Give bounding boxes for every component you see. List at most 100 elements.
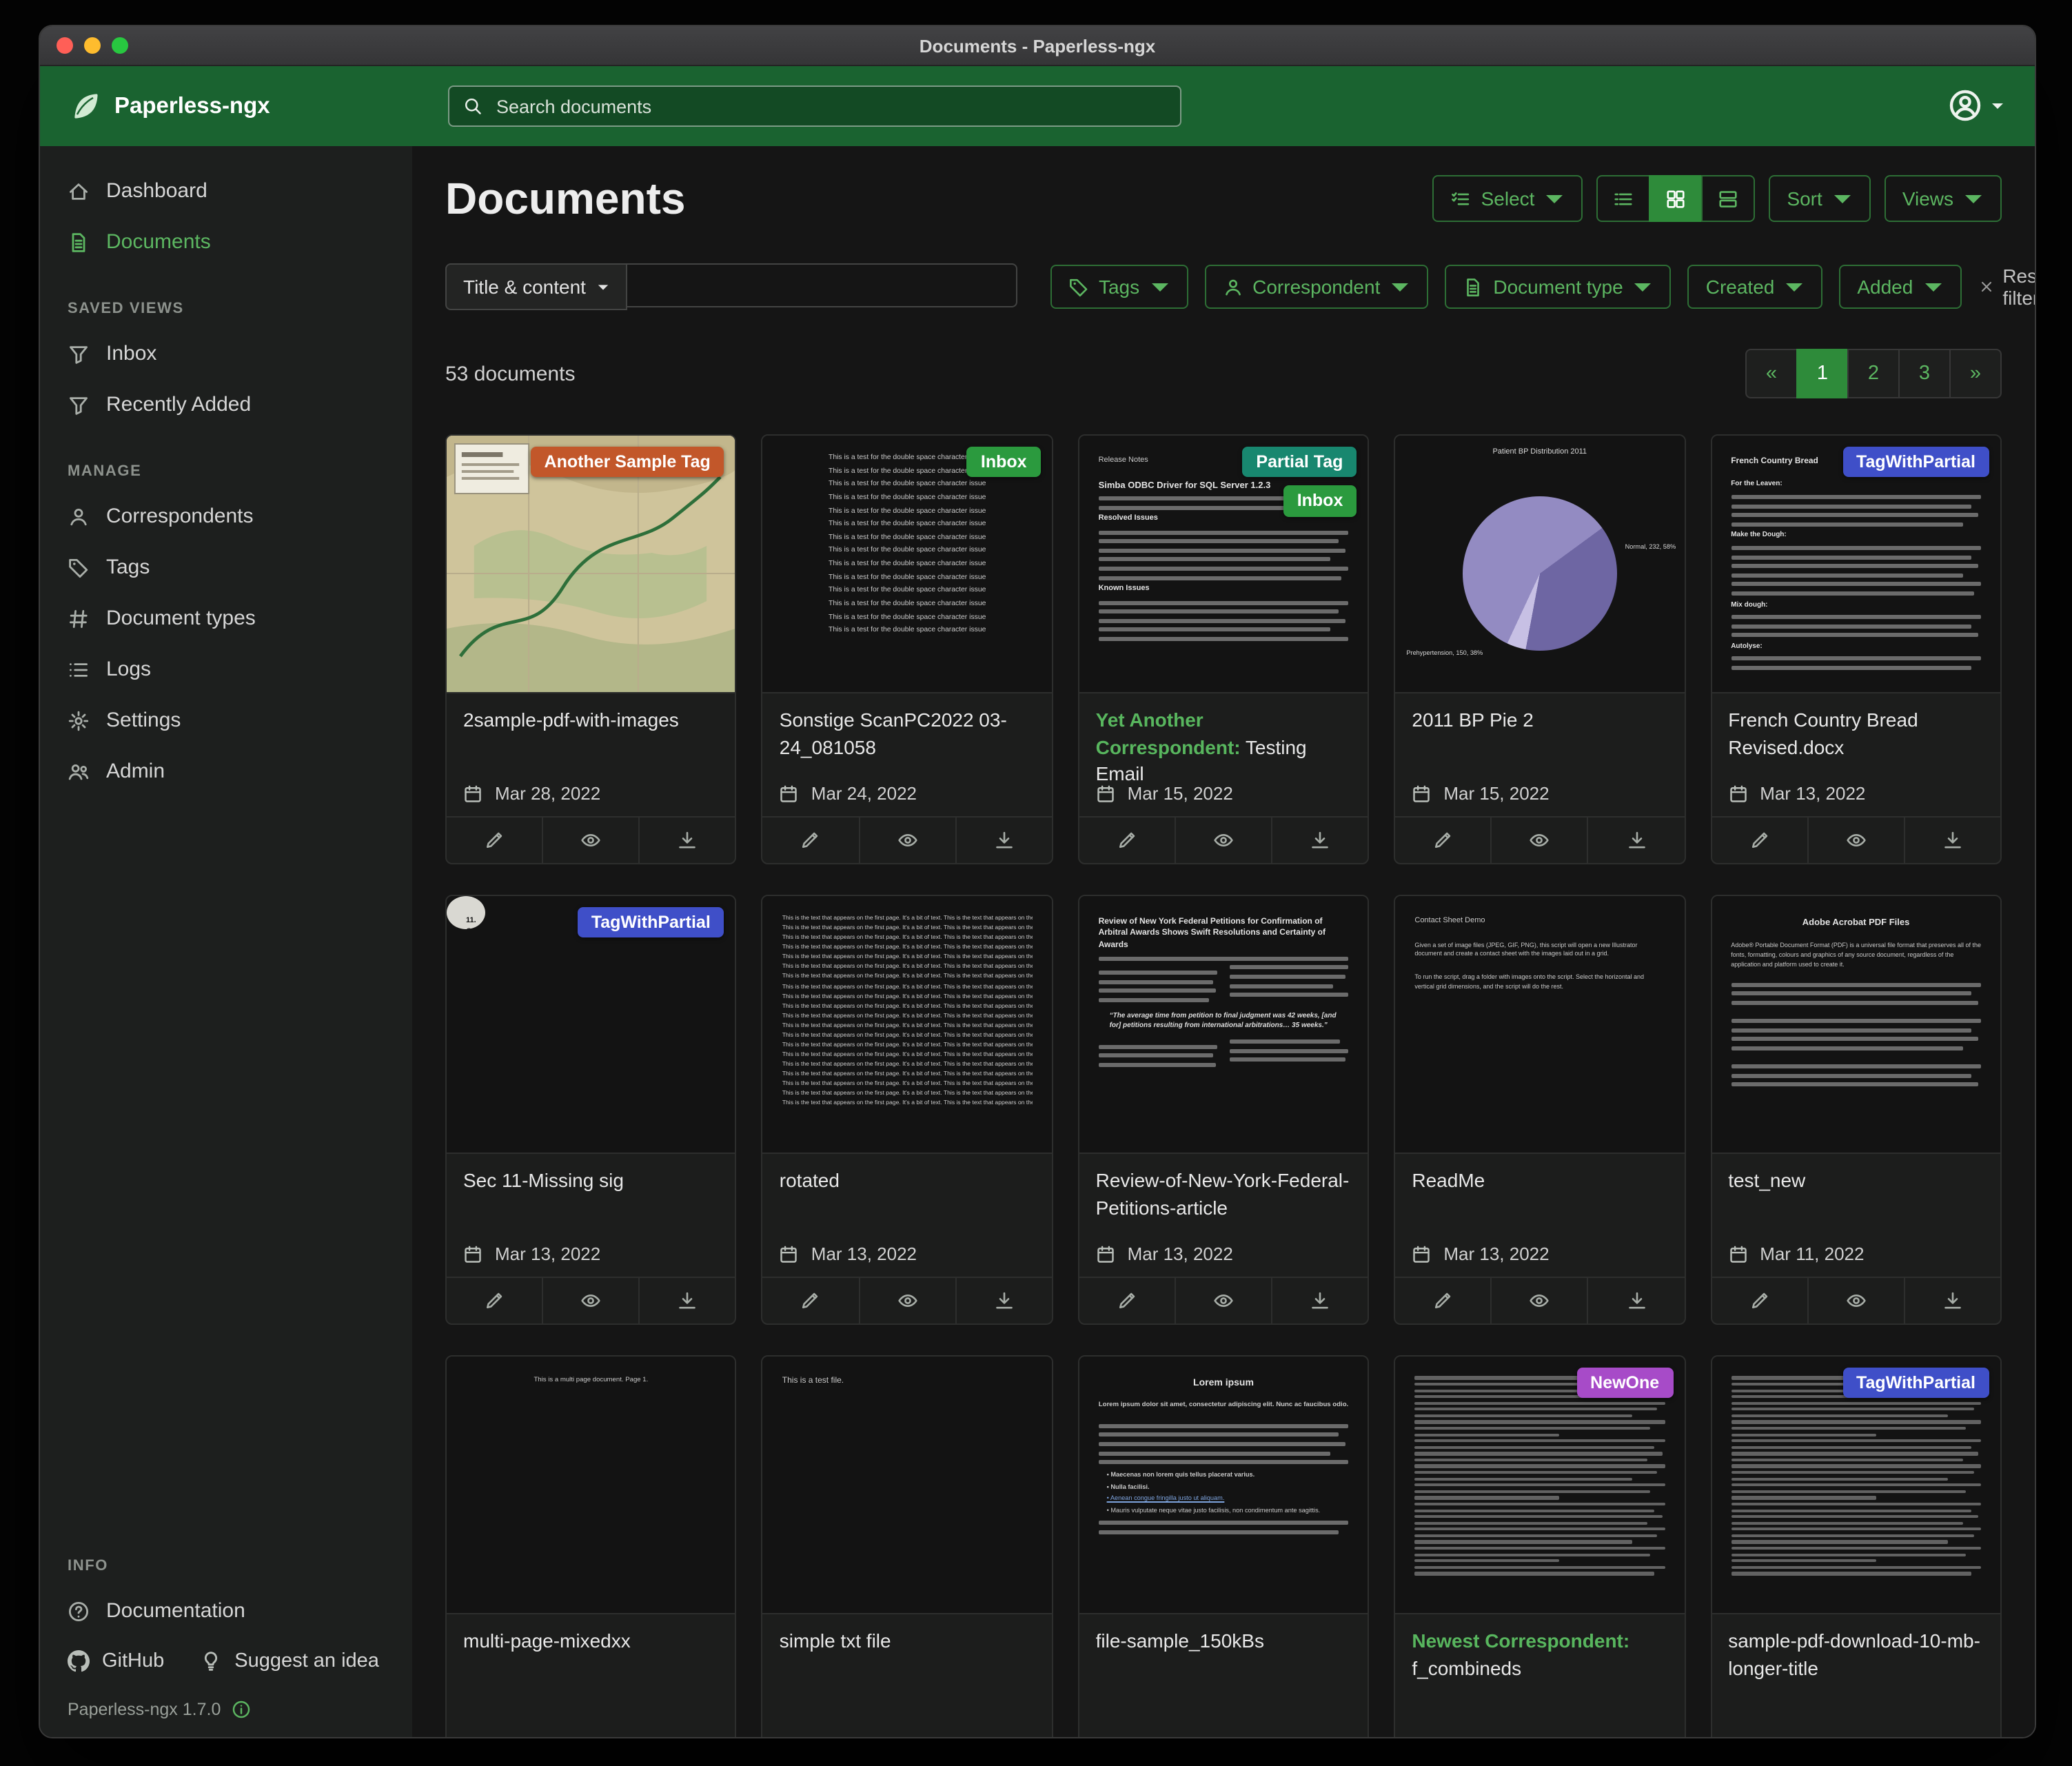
document-card[interactable]: Review of New York Federal Petitions for…: [1078, 895, 1370, 1325]
maximize-window-button[interactable]: [112, 37, 128, 54]
download-document-button[interactable]: [956, 818, 1051, 863]
preview-document-button[interactable]: [543, 818, 640, 863]
tags-filter-button[interactable]: Tags: [1050, 265, 1188, 309]
document-tag[interactable]: Inbox: [1283, 486, 1357, 517]
edit-document-button[interactable]: [1079, 1278, 1176, 1323]
document-title[interactable]: Sec 11-Missing sig: [463, 1168, 719, 1195]
document-title[interactable]: ReadMe: [1412, 1168, 1667, 1195]
added-filter-button[interactable]: Added: [1839, 265, 1961, 309]
search-input[interactable]: [494, 94, 1166, 118]
document-thumbnail[interactable]: TagWithPartial: [1712, 1357, 2000, 1614]
edit-document-button[interactable]: [1712, 818, 1808, 863]
document-tag[interactable]: Inbox: [967, 447, 1041, 478]
view-large-grid-button[interactable]: [1701, 175, 1755, 222]
document-correspondent[interactable]: Newest Correspondent:: [1412, 1630, 1629, 1652]
edit-document-button[interactable]: [1712, 1278, 1808, 1323]
pagination-page-[interactable]: «: [1745, 349, 1798, 398]
document-card[interactable]: This is a test file. simple txt file: [762, 1355, 1053, 1738]
document-thumbnail[interactable]: Adobe Acrobat PDF FilesAdobe® Portable D…: [1712, 896, 2000, 1154]
user-menu[interactable]: [1948, 88, 2004, 123]
document-tag[interactable]: Another Sample Tag: [531, 447, 724, 478]
title-content-input[interactable]: [627, 263, 1017, 307]
global-search[interactable]: [448, 85, 1181, 127]
download-document-button[interactable]: [640, 818, 735, 863]
edit-document-button[interactable]: [1395, 1278, 1492, 1323]
document-title[interactable]: simple txt file: [780, 1628, 1035, 1655]
document-correspondent[interactable]: Yet Another Correspondent:: [1096, 709, 1241, 758]
sidebar-item-document-types[interactable]: Document types: [40, 593, 412, 644]
download-document-button[interactable]: [1272, 1278, 1368, 1323]
document-thumbnail[interactable]: This is a test for the double space char…: [763, 436, 1052, 693]
sidebar-item-inbox[interactable]: Inbox: [40, 328, 412, 379]
document-title[interactable]: Review-of-New-York-Federal-Petitions-art…: [1096, 1168, 1352, 1221]
view-grid-button[interactable]: [1649, 175, 1703, 222]
info-circle-icon[interactable]: [232, 1700, 251, 1719]
sidebar-item-github[interactable]: GitHub: [68, 1650, 164, 1672]
document-thumbnail[interactable]: Lorem ipsumLorem ipsum dolor sit amet, c…: [1079, 1357, 1368, 1614]
document-card[interactable]: This is the text that appears on the fir…: [762, 895, 1053, 1325]
preview-document-button[interactable]: [1808, 818, 1905, 863]
document-card[interactable]: 11. CONTINUING MEDICAL EDUCATIONTagWithP…: [445, 895, 737, 1325]
document-thumbnail[interactable]: Contact Sheet DemoGiven a set of image f…: [1395, 896, 1684, 1154]
preview-document-button[interactable]: [1176, 1278, 1272, 1323]
document-card[interactable]: TagWithPartial sample-pdf-download-10-mb-…: [1710, 1355, 2002, 1738]
document-card[interactable]: Adobe Acrobat PDF FilesAdobe® Portable D…: [1710, 895, 2002, 1325]
close-window-button[interactable]: [57, 37, 73, 54]
document-title[interactable]: 2sample-pdf-with-images: [463, 707, 719, 734]
sidebar-item-correspondents[interactable]: Correspondents: [40, 491, 412, 542]
title-content-dropdown[interactable]: Title & content: [445, 263, 627, 310]
preview-document-button[interactable]: [860, 1278, 956, 1323]
sidebar-item-settings[interactable]: Settings: [40, 695, 412, 746]
select-button[interactable]: Select: [1433, 175, 1583, 222]
document-tag[interactable]: TagWithPartial: [1842, 447, 1989, 478]
preview-document-button[interactable]: [1492, 818, 1589, 863]
download-document-button[interactable]: [956, 1278, 1051, 1323]
document-title[interactable]: file-sample_150kBs: [1096, 1628, 1352, 1655]
created-filter-button[interactable]: Created: [1688, 265, 1823, 309]
document-thumbnail[interactable]: French Country BreadFor the Leaven:Make …: [1712, 436, 2000, 693]
view-list-button[interactable]: [1596, 175, 1650, 222]
sidebar-item-documentation[interactable]: Documentation: [40, 1585, 412, 1636]
download-document-button[interactable]: [1589, 818, 1684, 863]
document-thumbnail[interactable]: Review of New York Federal Petitions for…: [1079, 896, 1368, 1154]
document-title[interactable]: 2011 BP Pie 2: [1412, 707, 1667, 734]
document-thumbnail[interactable]: This is the text that appears on the fir…: [763, 896, 1052, 1154]
document-tag[interactable]: TagWithPartial: [1842, 1368, 1989, 1399]
preview-document-button[interactable]: [860, 818, 956, 863]
document-title[interactable]: Sonstige ScanPC2022 03-24_081058: [780, 707, 1035, 761]
document-title[interactable]: Yet Another Correspondent: Testing Email: [1096, 707, 1352, 783]
document-card[interactable]: Another Sample Tag 2sample-pdf-with-image…: [445, 434, 737, 864]
document-thumbnail[interactable]: Another Sample Tag: [447, 436, 735, 693]
pagination-page-1[interactable]: 1: [1796, 349, 1849, 398]
download-document-button[interactable]: [640, 1278, 735, 1323]
document-thumbnail[interactable]: This is a multi page document. Page 1.: [447, 1357, 735, 1614]
sidebar-item-suggest-idea[interactable]: Suggest an idea: [200, 1650, 379, 1672]
document-tag[interactable]: TagWithPartial: [578, 907, 724, 938]
sidebar-item-documents[interactable]: Documents: [40, 216, 412, 267]
document-card[interactable]: This is a multi page document. Page 1. mu…: [445, 1355, 737, 1738]
download-document-button[interactable]: [1905, 818, 2000, 863]
download-document-button[interactable]: [1589, 1278, 1684, 1323]
preview-document-button[interactable]: [543, 1278, 640, 1323]
document-card[interactable]: French Country BreadFor the Leaven:Make …: [1710, 434, 2002, 864]
edit-document-button[interactable]: [1079, 818, 1176, 863]
document-thumbnail[interactable]: This is a test file.: [763, 1357, 1052, 1614]
edit-document-button[interactable]: [763, 818, 860, 863]
document-thumbnail[interactable]: NewOne: [1395, 1357, 1684, 1614]
document-title[interactable]: multi-page-mixedxx: [463, 1628, 719, 1655]
document-card[interactable]: Release NotesSimba ODBC Driver for SQL S…: [1078, 434, 1370, 864]
sidebar-item-tags[interactable]: Tags: [40, 542, 412, 593]
sidebar-item-logs[interactable]: Logs: [40, 644, 412, 695]
document-card[interactable]: Patient BP Distribution 2011Normal, 232,…: [1394, 434, 1685, 864]
pagination-page-2[interactable]: 2: [1847, 349, 1900, 398]
document-card[interactable]: NewOneNewest Correspondent: f_combineds: [1394, 1355, 1685, 1738]
document-card[interactable]: Contact Sheet DemoGiven a set of image f…: [1394, 895, 1685, 1325]
document-title[interactable]: test_new: [1728, 1168, 1984, 1195]
preview-document-button[interactable]: [1492, 1278, 1589, 1323]
sidebar-item-admin[interactable]: Admin: [40, 746, 412, 797]
document-title[interactable]: sample-pdf-download-10-mb-longer-title: [1728, 1628, 1984, 1682]
document-card[interactable]: This is a test for the double space char…: [762, 434, 1053, 864]
preview-document-button[interactable]: [1808, 1278, 1905, 1323]
document-thumbnail[interactable]: Patient BP Distribution 2011Normal, 232,…: [1395, 436, 1684, 693]
pagination-page-3[interactable]: 3: [1898, 349, 1951, 398]
